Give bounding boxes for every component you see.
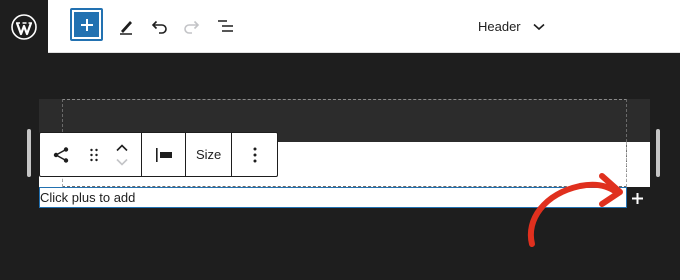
- resize-handle-right[interactable]: [656, 129, 660, 177]
- chevron-down-icon: [533, 23, 545, 30]
- undo-icon: [151, 20, 167, 34]
- block-type-button[interactable]: [40, 133, 82, 176]
- chevron-up-icon[interactable]: [116, 143, 128, 152]
- chevron-down-icon[interactable]: [116, 158, 128, 166]
- drag-handle-icon: [90, 148, 98, 161]
- pencil-icon: [120, 21, 132, 35]
- justify-group: [142, 133, 186, 176]
- options-group: [232, 133, 277, 176]
- redo-icon: [184, 20, 200, 34]
- block-mover-group: [40, 133, 142, 176]
- more-vertical-icon: [253, 147, 257, 162]
- wordpress-logo-icon: [11, 13, 37, 40]
- document-title-dropdown[interactable]: Header: [478, 0, 545, 53]
- plus-icon: [80, 18, 93, 31]
- add-block-button[interactable]: [627, 188, 648, 209]
- list-view-button[interactable]: [209, 9, 243, 43]
- share-icon: [53, 146, 69, 163]
- block-mover: [106, 133, 138, 176]
- redo-button[interactable]: [175, 9, 209, 43]
- document-title: Header: [478, 19, 521, 34]
- justify-button[interactable]: [142, 133, 185, 176]
- options-button[interactable]: [232, 133, 277, 176]
- editor-top-toolbar: Header: [0, 0, 680, 53]
- block-toolbar: Size: [39, 132, 278, 177]
- undo-button[interactable]: [142, 9, 176, 43]
- size-button[interactable]: Size: [186, 133, 231, 176]
- wordpress-logo-button[interactable]: [0, 0, 48, 53]
- size-group: Size: [186, 133, 233, 176]
- plus-icon: [632, 193, 643, 204]
- list-view-icon: [218, 20, 233, 32]
- annotation-arrow-icon: [527, 173, 623, 247]
- placeholder-text: Click plus to add: [40, 190, 136, 205]
- resize-handle-left[interactable]: [27, 129, 31, 177]
- block-inserter-button[interactable]: [70, 8, 103, 41]
- tools-button[interactable]: [109, 9, 143, 43]
- drag-handle[interactable]: [82, 133, 106, 176]
- justify-left-icon: [155, 147, 172, 162]
